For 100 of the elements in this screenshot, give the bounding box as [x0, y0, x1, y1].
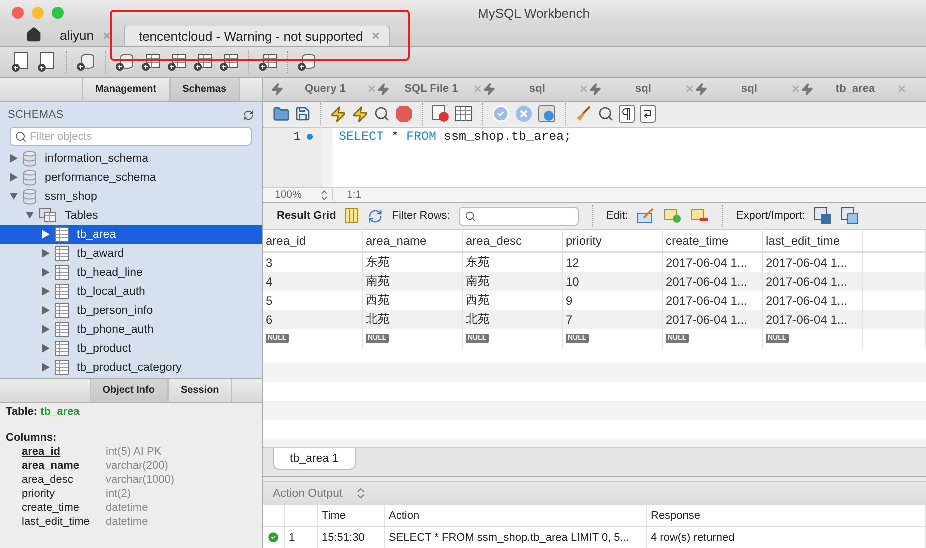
broom-icon[interactable] [575, 105, 593, 124]
table-cell: 2017-06-04 1... [666, 274, 748, 289]
execute-current-icon[interactable] [352, 106, 369, 123]
grid-icon[interactable] [455, 105, 473, 124]
column-type: int(2) [106, 488, 132, 500]
tree-item[interactable]: Tables [0, 206, 262, 225]
refresh-icon[interactable] [368, 208, 384, 224]
tree-item[interactable]: tb_head_line [0, 263, 262, 282]
query-tab[interactable]: sql [695, 82, 801, 96]
filter-field[interactable]: Filter objects [10, 127, 252, 146]
column-header[interactable]: create_time [663, 230, 763, 252]
stop-icon[interactable] [395, 105, 413, 124]
column-name: last_edit_time [22, 516, 90, 528]
table-cell: 6 [266, 312, 273, 327]
query-tab[interactable]: Query 1 [271, 82, 377, 96]
zoom-select[interactable]: 100% [263, 189, 333, 202]
statement-dot-icon [307, 134, 313, 140]
add-row-icon[interactable] [664, 208, 682, 224]
import-icon[interactable] [841, 207, 860, 226]
expand-arrow-icon[interactable] [10, 173, 18, 182]
up-down-caret-icon[interactable] [356, 488, 365, 500]
collapse-arrow-icon[interactable] [10, 192, 18, 201]
tree-item[interactable]: tb_phone_auth [0, 320, 262, 339]
query-tab[interactable]: sql [483, 82, 589, 96]
collapse-arrow-icon[interactable] [26, 211, 34, 220]
column-header[interactable]: Response [647, 505, 926, 526]
column-header[interactable]: priority [563, 230, 663, 252]
expand-arrow-icon[interactable] [42, 268, 50, 277]
line-number: 1 [294, 130, 301, 144]
expand-arrow-icon[interactable] [42, 344, 50, 353]
expand-arrow-icon[interactable] [42, 363, 50, 372]
tree-item[interactable]: tb_local_auth [0, 282, 262, 301]
table-icon [55, 246, 69, 261]
open-folder-icon[interactable] [273, 106, 290, 123]
expand-arrow-icon[interactable] [42, 287, 50, 296]
connection-tab[interactable]: aliyun [42, 25, 120, 46]
column-header[interactable]: area_id [263, 230, 363, 252]
tree-item[interactable]: tb_product_category [0, 358, 262, 377]
tree-item[interactable]: tb_award [0, 244, 262, 263]
pilcrow-icon[interactable] [619, 105, 635, 124]
database-icon [23, 170, 37, 186]
info-tab[interactable]: Session [168, 379, 232, 402]
save-icon[interactable] [295, 106, 311, 122]
stepper-icon[interactable] [321, 190, 328, 201]
column-type: int(5) AI PK [106, 446, 162, 458]
expand-arrow-icon[interactable] [10, 154, 18, 163]
table-name: tb_area [40, 406, 80, 418]
wrap-icon[interactable] [640, 105, 656, 124]
export-icon[interactable] [814, 207, 832, 226]
query-tab[interactable]: SQL File 1 [377, 82, 483, 96]
column-header[interactable]: last_edit_time [763, 230, 863, 252]
expand-arrow-icon[interactable] [42, 325, 50, 334]
sidebar-tab[interactable]: Schemas [170, 78, 240, 101]
column-name: priority [22, 488, 56, 500]
tree-item[interactable]: ssm_shop [0, 187, 262, 206]
tree-item[interactable]: performance_schema [0, 168, 262, 187]
table-icon [55, 265, 69, 280]
table-cell: 10 [566, 274, 580, 289]
filter-rows-label: Filter Rows: [392, 210, 450, 222]
table-cell: 15:51:30 [322, 532, 365, 544]
tree-item[interactable]: tb_product [0, 339, 262, 358]
info-tab[interactable]: Object Info [90, 379, 168, 402]
result-tab[interactable]: tb_area 1 [273, 448, 356, 470]
home-icon[interactable] [26, 27, 42, 43]
connection-tab[interactable]: tencentcloud - Warning - not supported [124, 25, 390, 46]
columns-label: Columns: [6, 432, 57, 444]
tree-item[interactable]: information_schema [0, 149, 262, 168]
lightning-icon [271, 82, 284, 96]
table-icon [55, 303, 69, 318]
expand-arrow-icon[interactable] [42, 249, 50, 258]
column-header[interactable]: Time [318, 505, 385, 526]
expand-arrow-icon[interactable] [42, 230, 50, 239]
tree-item[interactable]: tb_person_info [0, 301, 262, 320]
column-name: area_name [22, 460, 80, 472]
edit-row-icon[interactable] [637, 208, 656, 224]
execute-icon[interactable] [330, 106, 347, 123]
query-tab[interactable]: sql [589, 82, 695, 96]
stop-on-error-icon[interactable] [432, 105, 450, 124]
find-icon[interactable] [598, 106, 614, 122]
expand-arrow-icon[interactable] [42, 306, 50, 315]
table-cell: 2017-06-04 1... [766, 294, 848, 308]
columns-icon[interactable] [345, 208, 360, 224]
new-schema-icon[interactable] [114, 51, 136, 73]
tree-item[interactable]: tb_area [0, 225, 262, 244]
table-cell: 9 [566, 294, 573, 308]
search-icon [465, 210, 476, 222]
search-icon [15, 131, 27, 143]
column-header[interactable]: Action [385, 505, 647, 526]
refresh-icon[interactable] [243, 110, 254, 120]
table-cell: 2017-06-04 1... [666, 312, 748, 327]
table-cell: 南苑 [366, 273, 390, 290]
close-window-button[interactable] [12, 7, 24, 19]
column-header[interactable]: area_desc [463, 230, 563, 252]
filter-rows-field[interactable] [459, 206, 580, 226]
close-icon[interactable] [371, 31, 382, 41]
column-header[interactable]: area_name [363, 230, 463, 252]
query-tab[interactable]: tb_area [801, 82, 907, 96]
close-icon[interactable] [102, 30, 112, 40]
lightning-icon [377, 82, 390, 96]
table-cell: 2017-06-04 1... [666, 256, 748, 270]
